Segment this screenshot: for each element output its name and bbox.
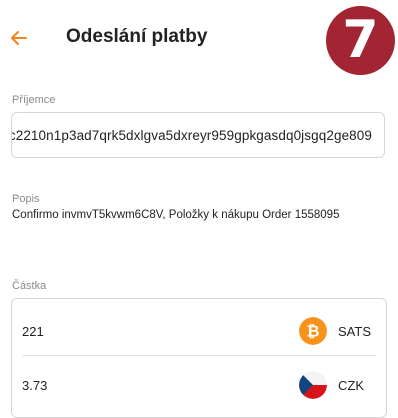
czech-flag-icon [299,371,327,399]
step-number-badge: 7 [326,6,395,75]
page-title: Odeslání platby [66,26,208,47]
svg-text:₿: ₿ [306,322,319,341]
amount-divider [22,355,376,356]
recipient-value: lnbc2210n1p3ad7qrk5dxlgva5dxreyr959gpkga… [11,127,372,143]
amount-row-sats[interactable]: 221 ₿ SATS [22,316,376,346]
sats-currency-code: SATS [338,323,371,339]
bitcoin-icon: ₿ [299,317,327,345]
back-button[interactable] [6,25,32,51]
description-value: Confirmo invmvT5kvwm6C8V, Položky k náku… [12,209,340,221]
amount-label: Částka [12,280,47,292]
czk-amount-value: 3.73 [22,377,48,393]
recipient-field[interactable]: lnbc2210n1p3ad7qrk5dxlgva5dxreyr959gpkga… [11,112,385,158]
recipient-label: Příjemce [12,94,56,106]
description-label: Popis [12,193,40,205]
amount-row-czk[interactable]: 3.73 CZK [22,370,376,400]
sats-amount-value: 221 [22,323,44,339]
czk-currency-code: CZK [338,377,364,393]
arrow-left-icon [11,31,27,45]
